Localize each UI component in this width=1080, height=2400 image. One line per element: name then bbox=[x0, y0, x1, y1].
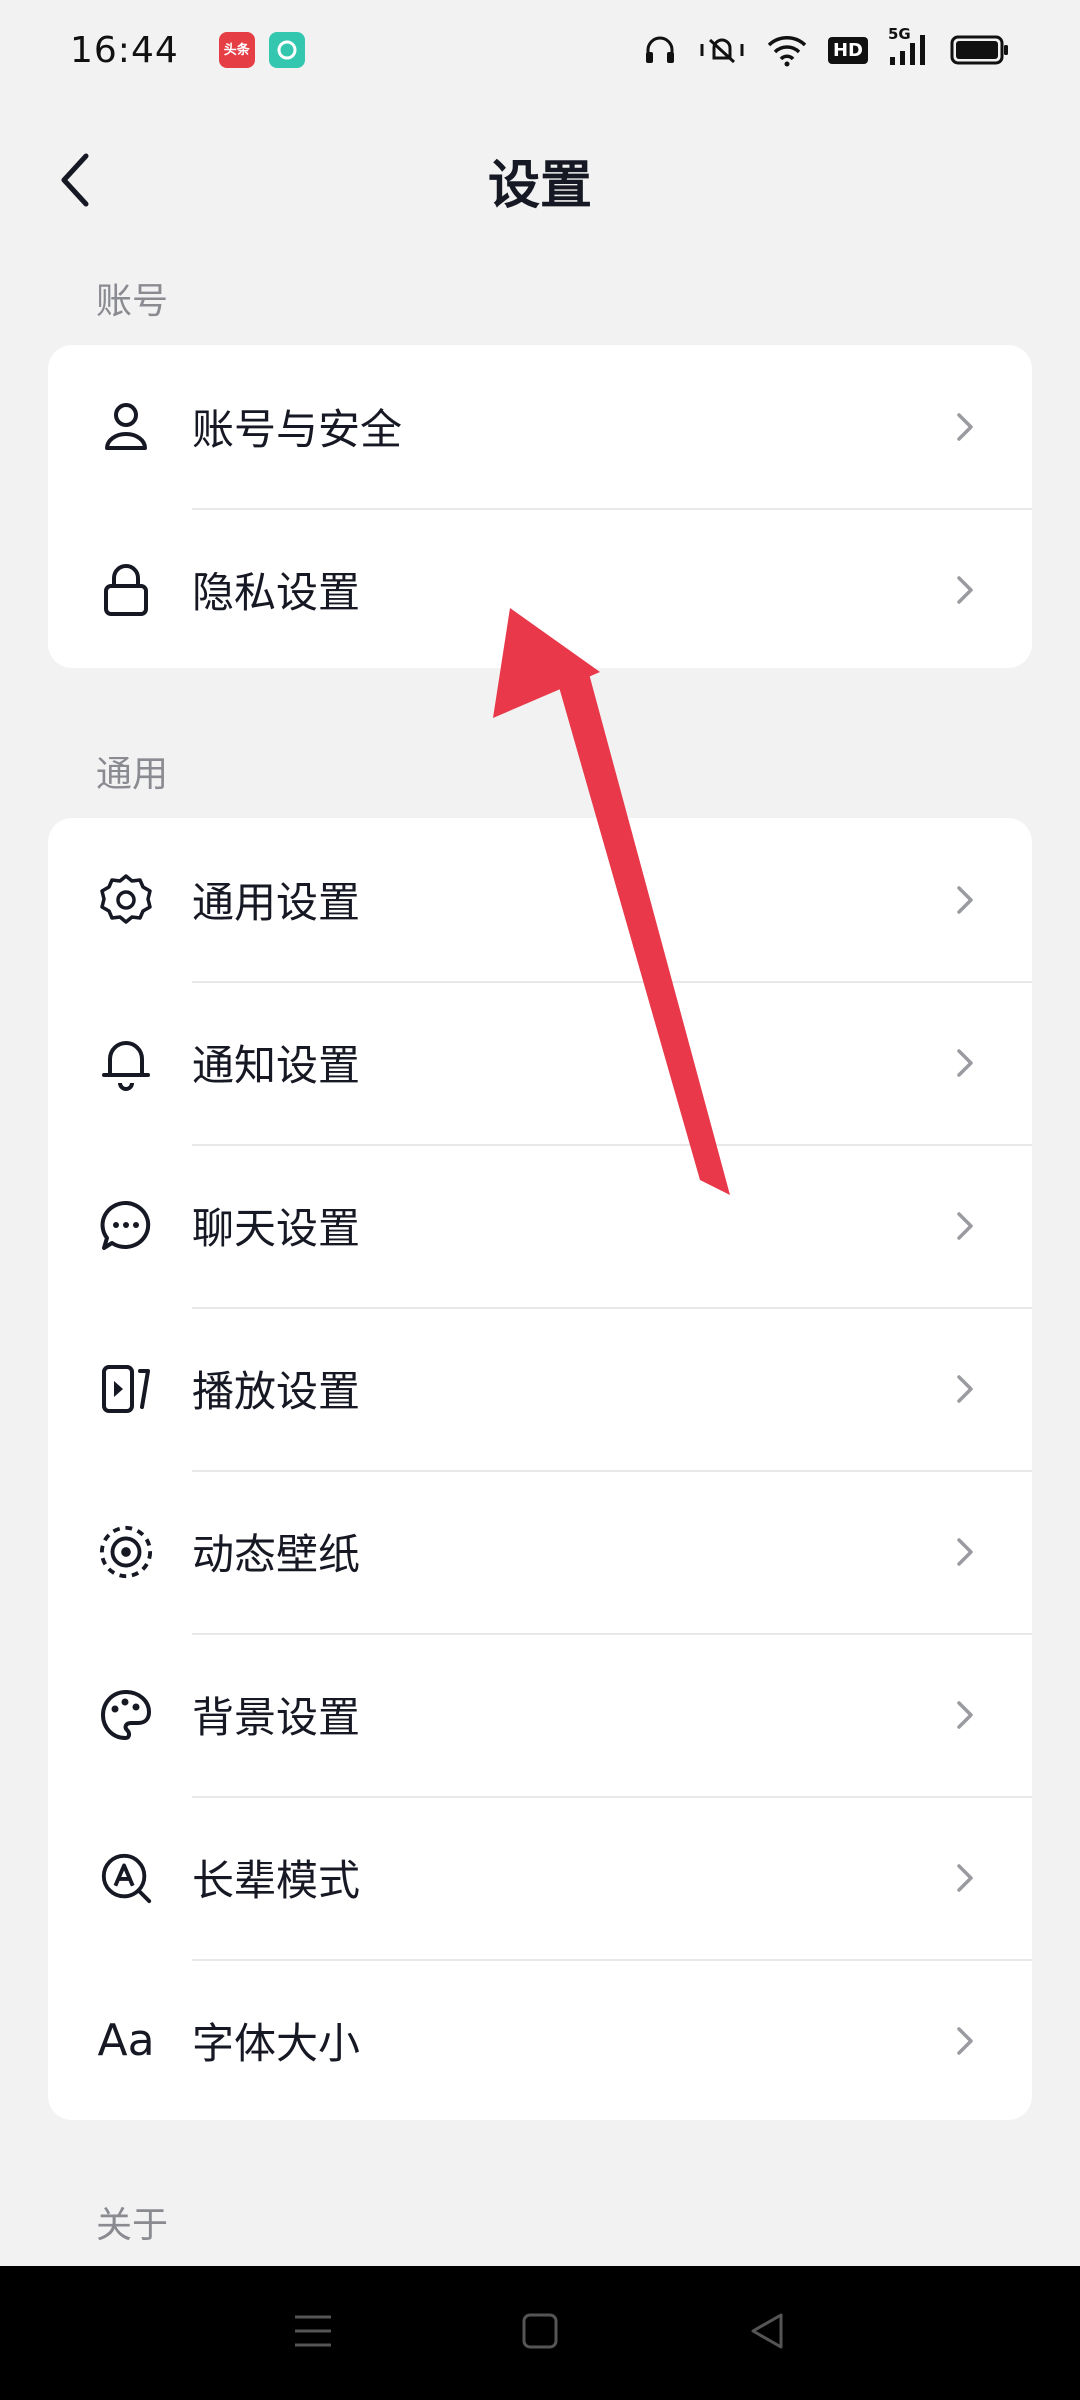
settings-item-background[interactable]: 背景设置 bbox=[48, 1633, 1032, 1796]
chevron-right-icon bbox=[957, 412, 973, 441]
signal-icon: 5G bbox=[888, 25, 930, 67]
wifi-icon bbox=[766, 33, 808, 67]
settings-item-label: 动态壁纸 bbox=[192, 1530, 361, 1579]
general-card: 通用设置 通知设置 聊天设置 播放设置 动态壁纸 背景设置 长辈模式 Aa 字体… bbox=[48, 818, 1032, 2120]
settings-item-label: 账号与安全 bbox=[192, 405, 403, 454]
chevron-right-icon bbox=[957, 1048, 973, 1077]
font-size-icon: Aa bbox=[97, 2013, 155, 2069]
settings-item-notification[interactable]: 通知设置 bbox=[48, 981, 1032, 1144]
chat-bubble-icon bbox=[98, 1198, 154, 1254]
network-type: 5G bbox=[888, 25, 911, 43]
settings-item-font-size[interactable]: Aa 字体大小 bbox=[48, 1959, 1032, 2120]
settings-item-label: 通知设置 bbox=[192, 1041, 361, 1090]
settings-item-label: 背景设置 bbox=[192, 1693, 361, 1742]
settings-item-label: 隐私设置 bbox=[192, 568, 361, 617]
home-nav-icon[interactable] bbox=[520, 2311, 560, 2355]
settings-item-playback[interactable]: 播放设置 bbox=[48, 1307, 1032, 1470]
chevron-right-icon bbox=[957, 1374, 973, 1403]
hd-badge: HD bbox=[827, 36, 868, 64]
palette-icon bbox=[98, 1687, 154, 1743]
settings-item-general[interactable]: 通用设置 bbox=[48, 818, 1032, 981]
section-label-general: 通用 bbox=[96, 754, 169, 795]
settings-item-chat[interactable]: 聊天设置 bbox=[48, 1144, 1032, 1307]
page-header: 设置 bbox=[0, 120, 1080, 240]
gear-icon bbox=[98, 872, 154, 928]
lock-icon bbox=[98, 562, 154, 618]
back-arrow-icon bbox=[61, 153, 89, 207]
back-nav-icon[interactable] bbox=[747, 2311, 787, 2355]
status-app-icons: 头条 bbox=[218, 32, 305, 68]
chevron-right-icon bbox=[957, 885, 973, 914]
chevron-right-icon bbox=[957, 575, 973, 604]
chevron-right-icon bbox=[957, 2026, 973, 2055]
font-size-icon-text: Aa bbox=[97, 2015, 155, 2066]
settings-item-elder-mode[interactable]: 长辈模式 bbox=[48, 1796, 1032, 1959]
mute-vibrate-icon bbox=[698, 32, 746, 68]
chevron-right-icon bbox=[957, 1863, 973, 1892]
section-label-about: 关于 bbox=[96, 2205, 169, 2246]
chevron-right-icon bbox=[957, 1537, 973, 1566]
message-app-icon bbox=[268, 32, 305, 68]
chevron-right-icon bbox=[957, 1211, 973, 1240]
system-navigation-bar bbox=[0, 2266, 1080, 2400]
status-time: 16:44 bbox=[70, 29, 179, 71]
section-label-account: 账号 bbox=[96, 281, 169, 322]
headphones-icon bbox=[642, 32, 678, 68]
battery-icon bbox=[950, 34, 1010, 66]
elder-mode-icon bbox=[98, 1850, 154, 1906]
settings-item-privacy[interactable]: 隐私设置 bbox=[48, 508, 1032, 668]
status-bar: 16:44 头条 HD 5G bbox=[0, 0, 1080, 100]
wallpaper-icon bbox=[98, 1524, 154, 1580]
toutiao-app-icon: 头条 bbox=[218, 32, 255, 68]
settings-item-label: 字体大小 bbox=[192, 2019, 361, 2068]
user-icon bbox=[98, 399, 154, 455]
page-title: 设置 bbox=[487, 155, 592, 216]
back-button[interactable] bbox=[40, 146, 108, 214]
menu-nav-icon[interactable] bbox=[293, 2313, 333, 2353]
chevron-right-icon bbox=[957, 1700, 973, 1729]
settings-item-live-wallpaper[interactable]: 动态壁纸 bbox=[48, 1470, 1032, 1633]
settings-item-label: 播放设置 bbox=[192, 1367, 361, 1416]
settings-item-label: 通用设置 bbox=[192, 878, 361, 927]
status-indicators: HD 5G bbox=[642, 25, 1010, 68]
account-card: 账号与安全 隐私设置 bbox=[48, 345, 1032, 668]
settings-item-account-security[interactable]: 账号与安全 bbox=[48, 345, 1032, 508]
settings-item-label: 长辈模式 bbox=[192, 1856, 361, 1905]
bell-icon bbox=[98, 1035, 154, 1091]
play-icon bbox=[98, 1361, 154, 1417]
settings-item-label: 聊天设置 bbox=[192, 1204, 361, 1253]
